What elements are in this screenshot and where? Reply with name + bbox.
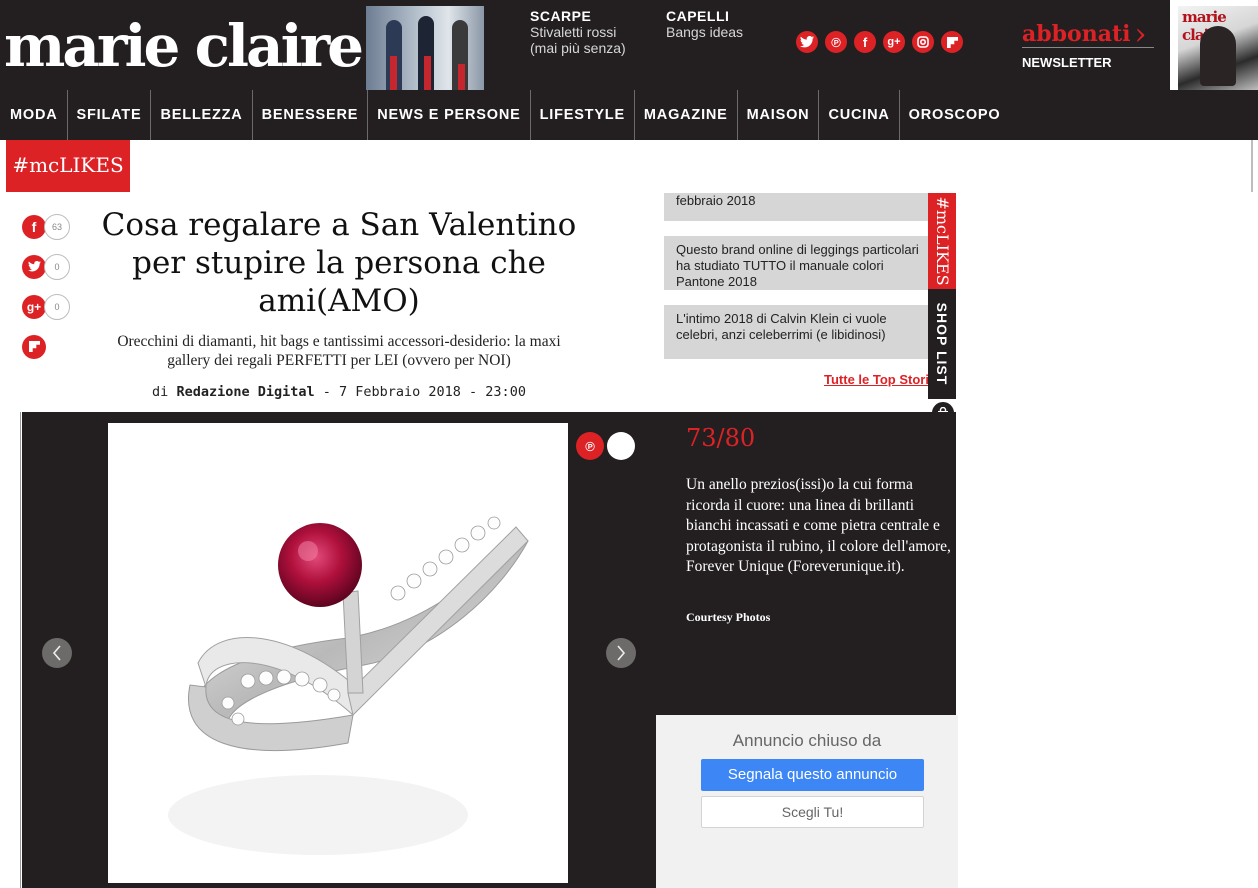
nav-item-maison[interactable]: MAISON [738, 90, 820, 140]
gallery-prev-button[interactable] [42, 638, 72, 668]
share-flipboard[interactable] [22, 328, 70, 365]
publish-date: - 7 Febbraio 2018 - 23:00 [314, 384, 526, 400]
mclikes-tag[interactable]: #mcLIKES [6, 140, 130, 192]
main-nav: MODA SFILATE BELLEZZA BENESSERE NEWS E P… [0, 90, 1258, 140]
magazine-cover[interactable]: marie claire [1178, 6, 1258, 90]
share-twitter[interactable]: 0 [22, 248, 70, 285]
promo-line: Stivaletti rossi [530, 24, 617, 40]
nav-item-magazine[interactable]: MAGAZINE [635, 90, 738, 140]
choose-button[interactable]: Scegli Tu! [701, 796, 924, 828]
nav-item-bellezza[interactable]: BELLEZZA [151, 90, 253, 140]
share-count: 0 [44, 293, 70, 320]
article-subtitle: Orecchini di diamanti, hit bags e tantis… [117, 333, 561, 369]
top-story-item[interactable]: febbraio 2018 [664, 193, 934, 221]
share-count: 0 [44, 253, 70, 280]
report-ad-button[interactable]: Segnala questo annuncio [701, 759, 924, 791]
divider [1022, 47, 1154, 48]
top-story-item[interactable]: Questo brand online di leggings particol… [664, 236, 934, 290]
nav-item-lifestyle[interactable]: LIFESTYLE [531, 90, 635, 140]
top-story-text: L'intimo 2018 di Calvin Klein ci vuole c… [676, 311, 887, 342]
mclikes-side-tab[interactable]: #mcLIKES [928, 193, 956, 289]
promo-title: SCARPE [530, 8, 592, 24]
share-dot-button[interactable] [607, 432, 635, 460]
divider [20, 412, 21, 888]
nav-item-cucina[interactable]: CUCINA [819, 90, 900, 140]
photo-credit: Courtesy Photos [686, 610, 771, 624]
shop-list-tab[interactable]: SHOP LIST [928, 289, 956, 399]
promo-image-scarpe[interactable] [366, 6, 484, 90]
promo-scarpe[interactable]: SCARPE Stivaletti rossi (mai più senza) [530, 8, 626, 56]
newsletter-link[interactable]: NEWSLETTER [1022, 55, 1112, 70]
top-story-item[interactable]: L'intimo 2018 di Calvin Klein ci vuole c… [664, 305, 934, 359]
chevron-right-icon [617, 645, 626, 661]
facebook-icon[interactable]: f [854, 31, 876, 53]
instagram-icon[interactable] [912, 31, 934, 53]
promo-title: CAPELLI [666, 8, 730, 24]
promo-capelli[interactable]: CAPELLI Bangs ideas [666, 8, 743, 40]
site-logo[interactable]: marie claire [4, 6, 364, 86]
gallery-next-button[interactable] [606, 638, 636, 668]
red-boot [424, 56, 431, 90]
pinterest-icon[interactable]: ℗ [825, 31, 847, 53]
ad-closed-panel: Annuncio chiuso da Segnala questo annunc… [656, 715, 958, 888]
byline: di Redazione Digital - 7 Febbraio 2018 -… [96, 384, 582, 400]
all-top-stories-link[interactable]: Tutte le Top Stories [824, 372, 943, 387]
nav-item-oroscopo[interactable]: OROSCOPO [900, 90, 1010, 140]
promo-line: (mai più senza) [530, 40, 626, 56]
gallery-counter: 73/80 [686, 424, 756, 452]
subscribe-label: abbonati [1022, 21, 1131, 47]
subscribe-link[interactable]: abbonati › [1022, 14, 1146, 52]
nav-item-sfilate[interactable]: SFILATE [68, 90, 152, 140]
shop-list-tab-label: SHOP LIST [934, 302, 950, 386]
ruby-ring-image [168, 516, 529, 855]
cover-figure [1200, 26, 1236, 86]
top-header: marie claire SCARPE Stivaletti rossi (ma… [0, 0, 1170, 90]
google-plus-icon[interactable]: g+ [22, 294, 46, 319]
red-boot [390, 56, 397, 90]
top-story-text: febbraio 2018 [676, 193, 756, 208]
gallery-image[interactable] [108, 423, 568, 883]
nav-item-benessere[interactable]: BENESSERE [253, 90, 369, 140]
red-boot [458, 64, 465, 90]
twitter-icon[interactable] [796, 31, 818, 53]
top-story-text: Questo brand online di leggings particol… [676, 242, 919, 289]
flipboard-icon[interactable] [941, 31, 963, 53]
scrollbar[interactable] [1251, 140, 1253, 192]
byline-prefix: di [152, 384, 169, 400]
facebook-icon[interactable]: f [22, 214, 46, 239]
mclikes-side-tab-label: #mcLIKES [933, 196, 952, 286]
author-link[interactable]: Redazione Digital [176, 384, 314, 400]
promo-line: Bangs ideas [666, 24, 744, 40]
nav-item-moda[interactable]: MODA [0, 90, 68, 140]
share-facebook[interactable]: f 63 [22, 208, 70, 245]
social-links: ℗ f g+ [796, 31, 963, 53]
chevron-left-icon [52, 645, 61, 661]
google-plus-icon[interactable]: g+ [883, 31, 905, 53]
twitter-icon[interactable] [22, 254, 46, 279]
nav-item-news-e-persone[interactable]: NEWS E PERSONE [368, 90, 531, 140]
article-title: Cosa regalare a San Valentino per stupir… [101, 207, 577, 319]
ad-closed-title: Annuncio chiuso da [732, 731, 882, 750]
flipboard-icon[interactable] [22, 334, 46, 359]
pin-it-button[interactable]: ℗ [576, 432, 604, 460]
share-count: 63 [44, 213, 70, 240]
share-google-plus[interactable]: g+ 0 [22, 288, 70, 325]
gallery-caption: Un anello prezios(issi)o la cui forma ri… [686, 476, 951, 575]
share-buttons: f 63 0 g+ 0 [22, 208, 70, 368]
